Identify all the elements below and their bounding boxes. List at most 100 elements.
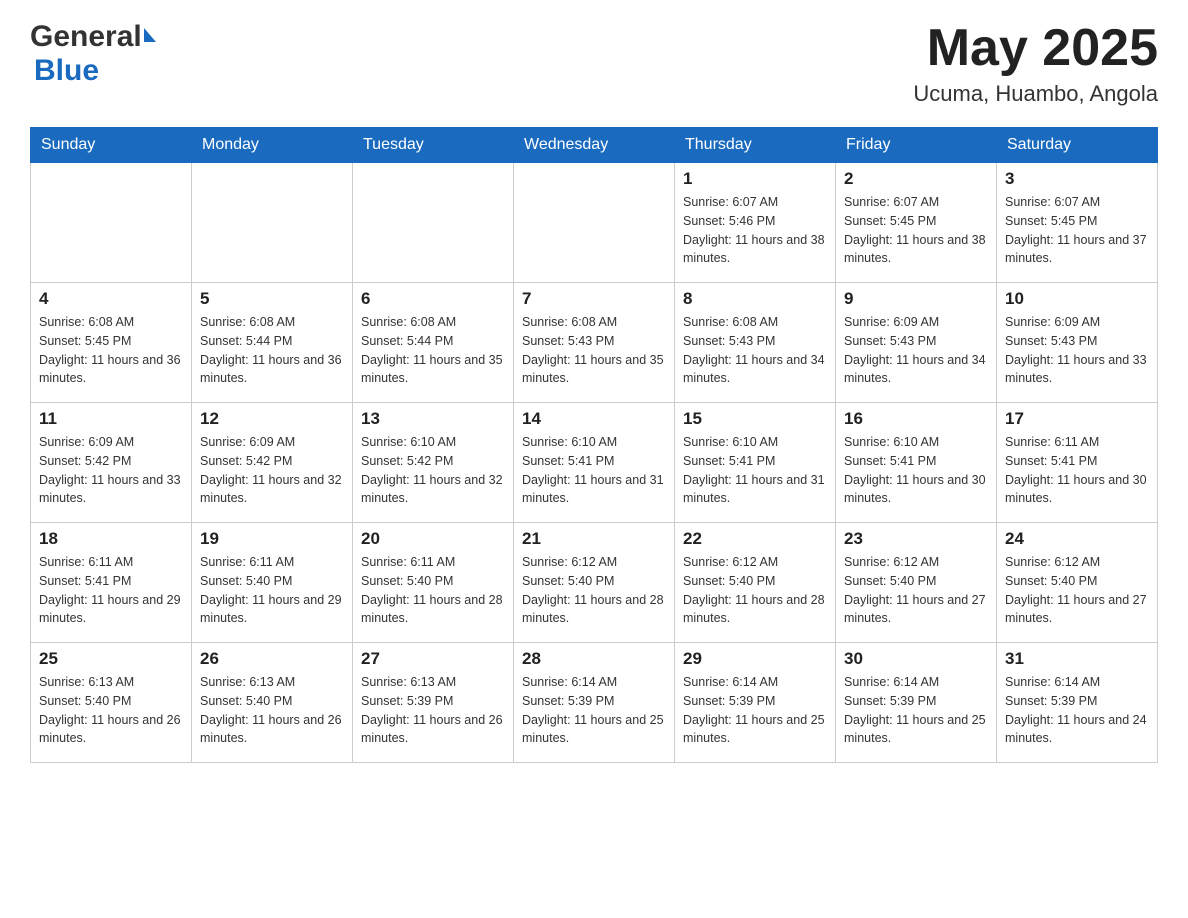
calendar-cell — [31, 163, 192, 283]
day-info: Sunrise: 6:09 AMSunset: 5:42 PMDaylight:… — [200, 433, 344, 508]
day-info: Sunrise: 6:12 AMSunset: 5:40 PMDaylight:… — [522, 553, 666, 628]
day-info: Sunrise: 6:14 AMSunset: 5:39 PMDaylight:… — [1005, 673, 1149, 748]
weekday-header-monday: Monday — [192, 128, 353, 163]
calendar-cell: 22Sunrise: 6:12 AMSunset: 5:40 PMDayligh… — [675, 523, 836, 643]
day-info: Sunrise: 6:07 AMSunset: 5:45 PMDaylight:… — [844, 193, 988, 268]
day-number: 24 — [1005, 529, 1149, 549]
day-number: 1 — [683, 169, 827, 189]
day-number: 22 — [683, 529, 827, 549]
weekday-header-wednesday: Wednesday — [514, 128, 675, 163]
day-info: Sunrise: 6:07 AMSunset: 5:46 PMDaylight:… — [683, 193, 827, 268]
logo-blue-text: Blue — [34, 54, 99, 88]
week-row-1: 1 Sunrise: 6:07 AMSunset: 5:46 PMDaylight… — [31, 163, 1158, 283]
week-row-4: 18 Sunrise: 6:11 AMSunset: 5:41 PMDayligh… — [31, 523, 1158, 643]
day-number: 21 — [522, 529, 666, 549]
calendar-cell: 24 Sunrise: 6:12 AMSunset: 5:40 PMDayligh… — [997, 523, 1158, 643]
day-number: 15 — [683, 409, 827, 429]
weekday-header-tuesday: Tuesday — [353, 128, 514, 163]
logo: General Blue — [30, 20, 156, 88]
location-title: Ucuma, Huambo, Angola — [913, 81, 1158, 107]
day-info: Sunrise: 6:13 AMSunset: 5:39 PMDaylight:… — [361, 673, 505, 748]
day-info: Sunrise: 6:08 AMSunset: 5:43 PMDaylight:… — [683, 313, 827, 388]
day-number: 27 — [361, 649, 505, 669]
calendar-cell: 26Sunrise: 6:13 AMSunset: 5:40 PMDayligh… — [192, 643, 353, 763]
calendar-cell: 8Sunrise: 6:08 AMSunset: 5:43 PMDaylight… — [675, 283, 836, 403]
calendar-cell: 27 Sunrise: 6:13 AMSunset: 5:39 PMDayligh… — [353, 643, 514, 763]
day-number: 11 — [39, 409, 183, 429]
calendar-cell: 7Sunrise: 6:08 AMSunset: 5:43 PMDaylight… — [514, 283, 675, 403]
calendar-cell: 16 Sunrise: 6:10 AMSunset: 5:41 PMDayligh… — [836, 403, 997, 523]
day-info: Sunrise: 6:11 AMSunset: 5:41 PMDaylight:… — [39, 553, 183, 628]
day-info: Sunrise: 6:08 AMSunset: 5:43 PMDaylight:… — [522, 313, 666, 388]
logo-general-text: General — [30, 20, 142, 54]
calendar-cell: 19 Sunrise: 6:11 AMSunset: 5:40 PMDayligh… — [192, 523, 353, 643]
calendar-cell: 10 Sunrise: 6:09 AMSunset: 5:43 PMDayligh… — [997, 283, 1158, 403]
calendar-cell: 4 Sunrise: 6:08 AMSunset: 5:45 PMDaylight… — [31, 283, 192, 403]
week-row-5: 25 Sunrise: 6:13 AMSunset: 5:40 PMDayligh… — [31, 643, 1158, 763]
day-number: 4 — [39, 289, 183, 309]
calendar-cell: 5Sunrise: 6:08 AMSunset: 5:44 PMDaylight… — [192, 283, 353, 403]
day-info: Sunrise: 6:08 AMSunset: 5:44 PMDaylight:… — [200, 313, 344, 388]
calendar-cell: 17 Sunrise: 6:11 AMSunset: 5:41 PMDayligh… — [997, 403, 1158, 523]
day-number: 18 — [39, 529, 183, 549]
day-info: Sunrise: 6:11 AMSunset: 5:40 PMDaylight:… — [200, 553, 344, 628]
day-info: Sunrise: 6:12 AMSunset: 5:40 PMDaylight:… — [844, 553, 988, 628]
calendar-cell: 31 Sunrise: 6:14 AMSunset: 5:39 PMDayligh… — [997, 643, 1158, 763]
day-number: 3 — [1005, 169, 1149, 189]
day-number: 20 — [361, 529, 505, 549]
calendar-cell: 2 Sunrise: 6:07 AMSunset: 5:45 PMDaylight… — [836, 163, 997, 283]
day-info: Sunrise: 6:10 AMSunset: 5:41 PMDaylight:… — [844, 433, 988, 508]
day-number: 13 — [361, 409, 505, 429]
day-number: 26 — [200, 649, 344, 669]
day-info: Sunrise: 6:09 AMSunset: 5:42 PMDaylight:… — [39, 433, 183, 508]
day-number: 6 — [361, 289, 505, 309]
calendar-table: SundayMondayTuesdayWednesdayThursdayFrid… — [30, 127, 1158, 763]
calendar-cell: 18 Sunrise: 6:11 AMSunset: 5:41 PMDayligh… — [31, 523, 192, 643]
day-info: Sunrise: 6:10 AMSunset: 5:42 PMDaylight:… — [361, 433, 505, 508]
calendar-cell: 29Sunrise: 6:14 AMSunset: 5:39 PMDayligh… — [675, 643, 836, 763]
calendar-cell: 25 Sunrise: 6:13 AMSunset: 5:40 PMDayligh… — [31, 643, 192, 763]
week-row-2: 4 Sunrise: 6:08 AMSunset: 5:45 PMDaylight… — [31, 283, 1158, 403]
calendar-cell: 1 Sunrise: 6:07 AMSunset: 5:46 PMDaylight… — [675, 163, 836, 283]
calendar-cell: 9 Sunrise: 6:09 AMSunset: 5:43 PMDaylight… — [836, 283, 997, 403]
calendar-cell — [353, 163, 514, 283]
day-number: 28 — [522, 649, 666, 669]
day-number: 17 — [1005, 409, 1149, 429]
calendar-cell: 28 Sunrise: 6:14 AMSunset: 5:39 PMDayligh… — [514, 643, 675, 763]
day-info: Sunrise: 6:13 AMSunset: 5:40 PMDaylight:… — [39, 673, 183, 748]
day-number: 23 — [844, 529, 988, 549]
day-number: 16 — [844, 409, 988, 429]
day-info: Sunrise: 6:12 AMSunset: 5:40 PMDaylight:… — [1005, 553, 1149, 628]
day-info: Sunrise: 6:14 AMSunset: 5:39 PMDaylight:… — [683, 673, 827, 748]
day-number: 10 — [1005, 289, 1149, 309]
day-number: 31 — [1005, 649, 1149, 669]
day-info: Sunrise: 6:11 AMSunset: 5:40 PMDaylight:… — [361, 553, 505, 628]
week-row-3: 11 Sunrise: 6:09 AMSunset: 5:42 PMDayligh… — [31, 403, 1158, 523]
day-info: Sunrise: 6:14 AMSunset: 5:39 PMDaylight:… — [844, 673, 988, 748]
page-header: General Blue May 2025 Ucuma, Huambo, Ang… — [30, 20, 1158, 107]
calendar-cell: 30Sunrise: 6:14 AMSunset: 5:39 PMDayligh… — [836, 643, 997, 763]
day-info: Sunrise: 6:08 AMSunset: 5:45 PMDaylight:… — [39, 313, 183, 388]
month-title: May 2025 — [913, 20, 1158, 77]
day-number: 25 — [39, 649, 183, 669]
calendar-cell: 3Sunrise: 6:07 AMSunset: 5:45 PMDaylight… — [997, 163, 1158, 283]
calendar-cell: 20 Sunrise: 6:11 AMSunset: 5:40 PMDayligh… — [353, 523, 514, 643]
day-info: Sunrise: 6:14 AMSunset: 5:39 PMDaylight:… — [522, 673, 666, 748]
day-info: Sunrise: 6:08 AMSunset: 5:44 PMDaylight:… — [361, 313, 505, 388]
calendar-cell: 21 Sunrise: 6:12 AMSunset: 5:40 PMDayligh… — [514, 523, 675, 643]
day-info: Sunrise: 6:11 AMSunset: 5:41 PMDaylight:… — [1005, 433, 1149, 508]
day-number: 2 — [844, 169, 988, 189]
day-number: 14 — [522, 409, 666, 429]
calendar-cell: 14 Sunrise: 6:10 AMSunset: 5:41 PMDayligh… — [514, 403, 675, 523]
day-number: 9 — [844, 289, 988, 309]
calendar-cell: 15Sunrise: 6:10 AMSunset: 5:41 PMDayligh… — [675, 403, 836, 523]
weekday-header-sunday: Sunday — [31, 128, 192, 163]
day-info: Sunrise: 6:10 AMSunset: 5:41 PMDaylight:… — [522, 433, 666, 508]
calendar-cell: 13 Sunrise: 6:10 AMSunset: 5:42 PMDayligh… — [353, 403, 514, 523]
title-area: May 2025 Ucuma, Huambo, Angola — [913, 20, 1158, 107]
day-info: Sunrise: 6:09 AMSunset: 5:43 PMDaylight:… — [1005, 313, 1149, 388]
day-info: Sunrise: 6:09 AMSunset: 5:43 PMDaylight:… — [844, 313, 988, 388]
calendar-cell — [514, 163, 675, 283]
day-number: 19 — [200, 529, 344, 549]
day-number: 12 — [200, 409, 344, 429]
